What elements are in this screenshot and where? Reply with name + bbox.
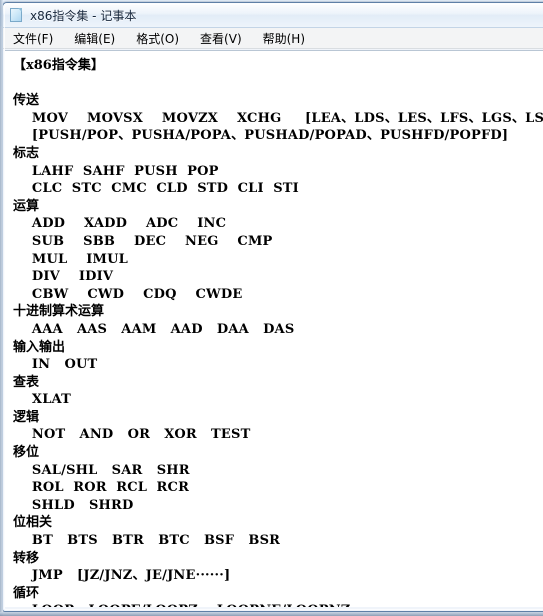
doc-instruction-line: ADD XADD ADC INC — [13, 216, 227, 232]
doc-section-heading: 运算 — [13, 198, 40, 214]
doc-instruction-line: LOOP LOOPE/LOOPZ LOOPNE/LOOPNZ — [13, 602, 543, 607]
doc-instruction-line: IN OUT — [13, 357, 98, 373]
menu-item-edit[interactable]: 编辑(E) — [72, 29, 124, 48]
doc-instruction-line: SAL/SHL SAR SHR — [13, 462, 190, 478]
doc-title-line: 【x86指令集】 — [13, 58, 104, 73]
doc-section-heading: 移位 — [13, 445, 40, 461]
doc-instruction-line: JMP [JZ/JNZ、JE/JNE······] — [13, 568, 231, 584]
doc-instruction-line: SUB SBB DEC NEG CMP — [13, 233, 273, 249]
doc-section-heading: 查表 — [13, 374, 40, 390]
doc-instruction-line: MUL IMUL — [13, 251, 129, 267]
window-left-edge — [0, 0, 3, 616]
doc-instruction-line: SHLD SHRD — [13, 497, 134, 513]
notepad-window: x86指令集 - 记事本 文件(F) 编辑(E) 格式(O) 查看(V) 帮助(… — [2, 2, 543, 612]
window-bottom-edge — [0, 612, 543, 616]
doc-section-heading: 循环 — [13, 585, 40, 601]
doc-blank-line — [13, 75, 543, 93]
menu-item-view[interactable]: 查看(V) — [198, 29, 251, 48]
doc-instruction-line: CBW CWD CDQ CWDE — [13, 286, 243, 302]
text-editor-area[interactable]: 【x86指令集】 传送 MOV MOVSX MOVZX XCHG [LEA、LD… — [5, 50, 543, 607]
menu-item-format[interactable]: 格式(O) — [134, 29, 188, 48]
doc-instruction-line: BT BTS BTR BTC BSF BSR — [13, 533, 281, 549]
doc-instruction-line: AAA AAS AAM AAD DAA DAS — [13, 321, 295, 337]
document-text[interactable]: 【x86指令集】 传送 MOV MOVSX MOVZX XCHG [LEA、LD… — [13, 57, 543, 607]
doc-section-heading: 转移 — [13, 550, 40, 566]
doc-instruction-line: ROL ROR RCL RCR — [13, 480, 190, 496]
doc-instruction-line: MOV MOVSX MOVZX XCHG [LEA、LDS、LES、LFS、LG… — [13, 110, 543, 126]
doc-instruction-line: CLC STC CMC CLD STD CLI STI — [13, 181, 299, 197]
doc-instruction-line: XLAT — [13, 392, 71, 408]
menu-item-help[interactable]: 帮助(H) — [261, 29, 314, 48]
doc-section-heading: 传送 — [13, 93, 40, 109]
window-titlebar[interactable]: x86指令集 - 记事本 — [3, 3, 543, 28]
doc-instruction-line: [PUSH/POP、PUSHA/POPA、PUSHAD/POPAD、PUSHFD… — [13, 128, 509, 144]
menu-bar: 文件(F) 编辑(E) 格式(O) 查看(V) 帮助(H) — [3, 28, 543, 49]
notepad-document-icon — [10, 7, 24, 23]
doc-section-heading: 标志 — [13, 145, 40, 161]
menu-item-file[interactable]: 文件(F) — [11, 29, 62, 48]
doc-instruction-line: NOT AND OR XOR TEST — [13, 427, 251, 443]
doc-section-heading: 逻辑 — [13, 409, 40, 425]
doc-instruction-line: DIV IDIV — [13, 269, 114, 285]
window-title: x86指令集 - 记事本 — [30, 8, 137, 23]
doc-instruction-line: LAHF SAHF PUSH POP — [13, 163, 219, 179]
doc-section-heading: 位相关 — [13, 515, 53, 531]
doc-section-heading: 十进制算术运算 — [13, 304, 105, 320]
doc-section-heading: 输入输出 — [13, 339, 66, 355]
